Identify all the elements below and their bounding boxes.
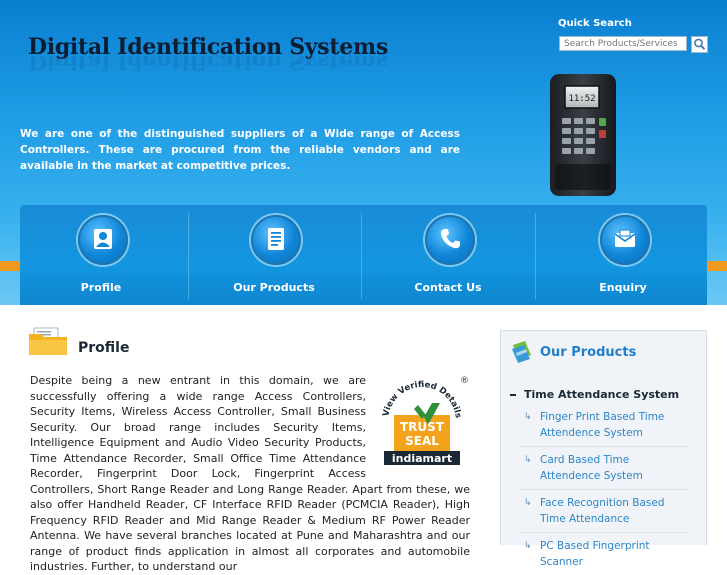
nav-divider — [535, 213, 536, 299]
document-icon — [268, 228, 284, 250]
sidebar-category[interactable]: Time Attendance System — [510, 388, 679, 401]
nav-item-contact-us[interactable]: Contact Us — [367, 205, 537, 305]
nav-profile-circle — [78, 215, 128, 265]
access-control-device-image: 11:52 — [550, 74, 616, 196]
nav-products-circle — [251, 215, 301, 265]
nav-enquiry-label: Enquiry — [599, 281, 647, 294]
trust-seal-image: View Verified Details ® TRUST SEAL india… — [381, 376, 469, 465]
nav-products-label: Our Products — [233, 281, 315, 294]
sidebar-divider — [519, 532, 689, 533]
sidebar-divider — [519, 446, 689, 447]
phone-icon — [440, 229, 460, 249]
intro-text: We are one of the distinguished supplier… — [20, 128, 460, 172]
sidebar-item-finger-print[interactable]: ↳ Finger Print Based Time Attendence Sys… — [524, 409, 684, 441]
sidebar-category-label: Time Attendance System — [524, 388, 680, 401]
nav-divider — [361, 213, 362, 299]
sidebar-title: Our Products — [540, 345, 637, 360]
device-display: 11:52 — [568, 94, 595, 104]
main-nav: Profile Our Products Contact Us Enquiry — [20, 205, 707, 305]
folder-icon — [29, 327, 67, 355]
products-icon — [512, 341, 531, 363]
arrow-icon: ↳ — [524, 412, 532, 422]
sidebar-item-label: Card Based Time Attendence System — [540, 454, 643, 482]
seal-registered-mark: ® — [460, 376, 469, 386]
sidebar-item-label: Finger Print Based Time Attendence Syste… — [540, 411, 665, 439]
seal-line-seal: SEAL — [405, 434, 439, 448]
seal-line-trust: TRUST — [400, 420, 445, 434]
nav-profile-label: Profile — [80, 281, 122, 294]
seal-brand: indiamart — [392, 452, 452, 465]
nav-item-enquiry[interactable]: Enquiry — [542, 205, 712, 305]
site-brand-reflection: Digital Identification Systems — [28, 56, 388, 74]
arrow-icon: ↳ — [524, 455, 532, 465]
sidebar-item-card-based[interactable]: ↳ Card Based Time Attendence System — [524, 452, 684, 484]
nav-item-profile[interactable]: Profile — [20, 205, 190, 305]
nav-item-our-products[interactable]: Our Products — [193, 205, 363, 305]
trust-seal-badge[interactable]: View Verified Details ® TRUST SEAL india… — [374, 373, 470, 465]
nav-contact-label: Contact Us — [414, 281, 482, 294]
sidebar-divider — [519, 489, 689, 490]
search-icon — [694, 38, 706, 50]
nav-enquiry-circle — [600, 215, 650, 265]
search-button[interactable] — [691, 36, 708, 53]
quick-search-label: Quick Search — [558, 18, 632, 29]
arrow-icon: ↳ — [524, 541, 532, 551]
header-banner: Digital Identification Systems Digital I… — [0, 0, 727, 305]
user-icon — [94, 229, 112, 249]
sidebar-item-face-recognition[interactable]: ↳ Face Recognition Based Time Attendance — [524, 495, 684, 527]
mail-icon — [614, 229, 636, 247]
nav-contact-circle — [425, 215, 475, 265]
sidebar-item-label: PC Based Fingerprint Scanner — [540, 540, 650, 568]
products-sidebar: Our Products Time Attendance System ↳ Fi… — [500, 330, 707, 568]
sidebar-item-pc-based[interactable]: ↳ PC Based Fingerprint Scanner — [524, 538, 684, 570]
profile-content: View Verified Details ® TRUST SEAL india… — [30, 373, 470, 575]
nav-divider — [188, 213, 189, 299]
profile-heading: Profile — [78, 340, 130, 356]
sidebar-item-label: Face Recognition Based Time Attendance — [540, 497, 665, 525]
category-dash-icon — [510, 394, 516, 396]
arrow-icon: ↳ — [524, 498, 532, 508]
search-input[interactable] — [559, 36, 687, 51]
